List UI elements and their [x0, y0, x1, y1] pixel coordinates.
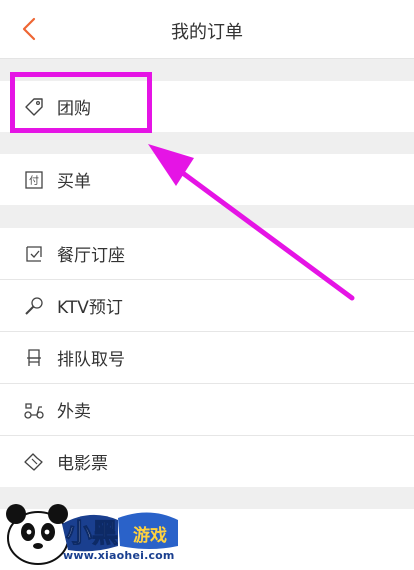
svg-text:游戏: 游戏 [133, 525, 167, 546]
svg-text:小黑: 小黑 [66, 519, 118, 549]
annotation-arrow [148, 144, 355, 301]
watermark-url: www.xiaohei.com [63, 549, 175, 562]
